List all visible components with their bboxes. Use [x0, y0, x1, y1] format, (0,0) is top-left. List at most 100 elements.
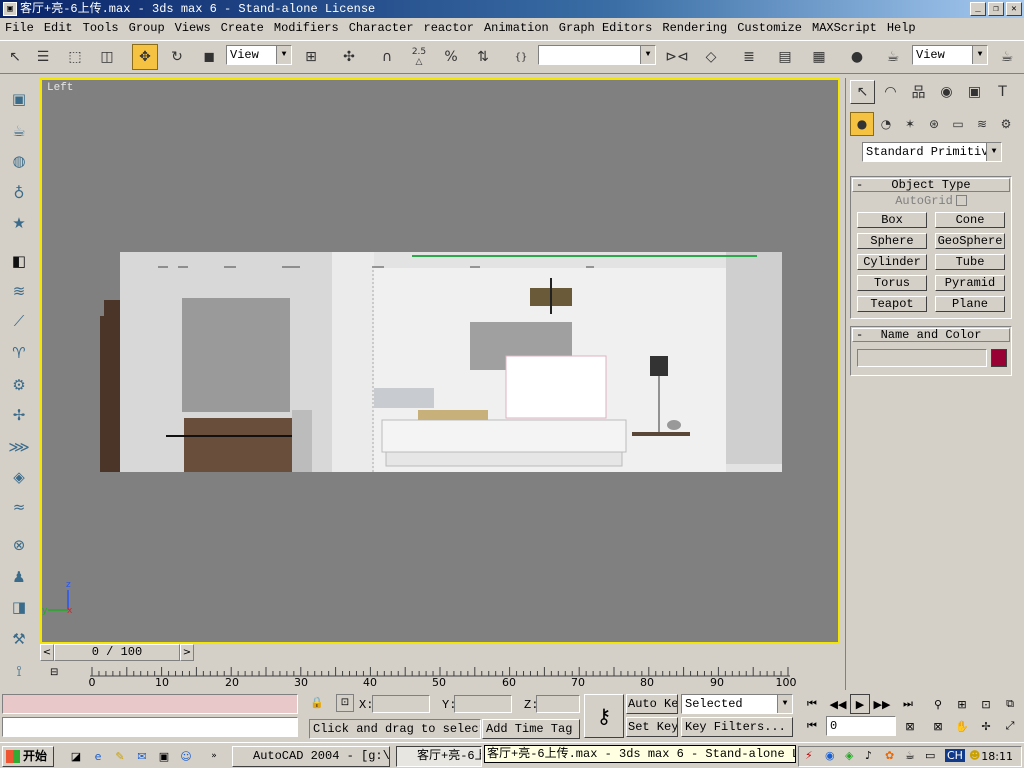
compound-icon[interactable]: ◧	[6, 248, 32, 274]
mirror-icon[interactable]: ⊳⊲	[664, 44, 690, 70]
box-button[interactable]: Box	[857, 212, 927, 228]
menu-customize[interactable]: Customize	[732, 21, 807, 35]
utilities-tab-icon[interactable]: T	[990, 80, 1015, 104]
helper-icon[interactable]: ✢	[6, 402, 32, 428]
tray-network-icon[interactable]: ◉	[825, 749, 835, 762]
zoom-extents-icon[interactable]: ⊡	[976, 694, 996, 714]
menu-views[interactable]: Views	[170, 21, 216, 35]
select-scale-icon[interactable]: ◼	[196, 44, 222, 70]
gear-icon[interactable]: ⚙	[6, 372, 32, 398]
object-type-header[interactable]: - Object Type	[852, 178, 1010, 192]
maxscript-listener-field[interactable]	[2, 694, 298, 714]
set-key-button[interactable]: Set Key	[626, 717, 678, 737]
menu-edit[interactable]: Edit	[39, 21, 78, 35]
bone-icon[interactable]: ⟟	[6, 658, 32, 684]
align-icon[interactable]: ◇	[698, 44, 724, 70]
menu-help[interactable]: Help	[882, 21, 921, 35]
time-slider-next-button[interactable]: >	[180, 644, 194, 661]
key-mode-dropdown[interactable]: Selected ▼	[681, 694, 793, 714]
region-zoom-icon[interactable]: ⊠	[928, 716, 948, 736]
menu-animation[interactable]: Animation	[479, 21, 554, 35]
object-name-input[interactable]	[857, 349, 988, 367]
menu-group[interactable]: Group	[124, 21, 170, 35]
layer-manager-icon[interactable]: ≣	[736, 44, 762, 70]
edit-named-selection-icon[interactable]: {}	[508, 44, 534, 70]
arc-rotate-icon[interactable]: ✢	[976, 716, 996, 736]
time-slider-thumb[interactable]: 0 / 100	[54, 644, 180, 661]
tray-app-icon[interactable]: ⚡	[805, 749, 813, 762]
minimize-button[interactable]: _	[970, 2, 986, 16]
loft-icon[interactable]: ≋	[6, 278, 32, 304]
track-bar[interactable]: ⊟ 0 10 20 30 40 50 60 70 80 90 100	[40, 663, 840, 691]
play-icon[interactable]: ▶	[850, 694, 870, 714]
pyramid-button[interactable]: Pyramid	[935, 275, 1005, 291]
create-tab-icon[interactable]: ↖	[850, 80, 875, 104]
tray-teapot-icon[interactable]: ☕	[905, 749, 915, 762]
bird-icon[interactable]: ⋙	[6, 434, 32, 460]
y-coordinate-input[interactable]	[454, 695, 512, 713]
objects-tab-icon[interactable]: ▣	[6, 86, 32, 112]
biped-icon[interactable]: ♟	[6, 564, 32, 590]
time-slider[interactable]: < 0 / 100 >	[40, 644, 840, 662]
maxscript-input-field[interactable]	[2, 717, 298, 737]
render-scene-icon[interactable]: ☕	[880, 44, 906, 70]
select-manipulate-icon[interactable]: ✣	[336, 44, 362, 70]
left-viewport[interactable]: Left z y x	[40, 78, 840, 644]
lock-selection-icon[interactable]: 🔒	[310, 696, 324, 709]
tray-volume-icon[interactable]: ♪	[865, 749, 872, 762]
select-rotate-icon[interactable]: ↻	[164, 44, 190, 70]
sphere-icon[interactable]: ◍	[6, 148, 32, 174]
tray-language-indicator[interactable]: CH	[945, 749, 965, 762]
shapes-icon[interactable]: ◔	[874, 112, 898, 136]
wave-icon[interactable]: ≈	[6, 494, 32, 520]
teapot-icon[interactable]: ☕	[6, 118, 32, 144]
rectangular-selection-icon[interactable]: ⬚	[62, 44, 88, 70]
next-frame-icon[interactable]: ▶▶	[872, 694, 892, 714]
menu-tools[interactable]: Tools	[78, 21, 124, 35]
percent-snap-icon[interactable]: %	[438, 44, 464, 70]
sphere-button[interactable]: Sphere	[857, 233, 927, 249]
light-icon[interactable]: ♁	[6, 180, 32, 206]
x-coordinate-input[interactable]	[372, 695, 430, 713]
time-configuration-icon[interactable]: ⊠	[900, 716, 920, 736]
lamp-icon[interactable]: ♈	[6, 340, 32, 366]
pan-icon[interactable]: ✋	[952, 716, 972, 736]
plane-button[interactable]: Plane	[935, 296, 1005, 312]
menu-file[interactable]: File	[0, 21, 39, 35]
go-to-start-icon[interactable]: ⏮	[802, 694, 822, 714]
hierarchy-tab-icon[interactable]: 品	[906, 80, 931, 104]
geometry-icon[interactable]: ●	[850, 112, 874, 136]
systems-icon[interactable]: ⚙	[994, 112, 1018, 136]
tray-update-icon[interactable]: ✿	[885, 749, 894, 762]
cameras-icon[interactable]: ⊛	[922, 112, 946, 136]
set-key-icon[interactable]: ⚷	[584, 694, 624, 738]
zoom-all-icon[interactable]: ⊞	[952, 694, 972, 714]
track-bar-toggle-icon[interactable]: ⊟	[50, 667, 68, 681]
helpers-icon[interactable]: ▭	[946, 112, 970, 136]
previous-frame-icon[interactable]: ◀◀	[828, 694, 848, 714]
modify-tab-icon[interactable]: ◠	[878, 80, 903, 104]
menu-character[interactable]: Character	[344, 21, 419, 35]
tool-icon[interactable]: ⚒	[6, 626, 32, 652]
menu-maxscript[interactable]: MAXScript	[807, 21, 882, 35]
outlook-icon[interactable]: ✉	[134, 748, 150, 764]
zoom-extents-all-icon[interactable]: ⧉	[1000, 694, 1020, 714]
cylinder-button[interactable]: Cylinder	[857, 254, 927, 270]
close-button[interactable]: ✕	[1006, 2, 1022, 16]
max-app-icon[interactable]: ▣	[3, 2, 17, 16]
current-frame-input[interactable]: 0	[826, 716, 896, 736]
autogrid-checkbox[interactable]: AutoGrid	[851, 194, 1011, 208]
messenger-icon[interactable]: ☺	[178, 748, 194, 764]
spinner-snap-icon[interactable]: ⇅	[470, 44, 496, 70]
start-button[interactable]: 开始	[2, 746, 54, 767]
menu-graph-editors[interactable]: Graph Editors	[554, 21, 658, 35]
quicklaunch-app-icon[interactable]: ✎	[112, 748, 128, 764]
lights-icon[interactable]: ✶	[898, 112, 922, 136]
named-selection-set-dropdown[interactable]: ▼	[538, 45, 656, 65]
teapot-button[interactable]: Teapot	[857, 296, 927, 312]
reference-coordinate-dropdown[interactable]: View ▼	[226, 45, 292, 65]
window-crossing-icon[interactable]: ◫	[94, 44, 120, 70]
torus-button[interactable]: Torus	[857, 275, 927, 291]
menu-modifiers[interactable]: Modifiers	[269, 21, 344, 35]
tray-ime-icon[interactable]: ☻	[969, 749, 980, 762]
